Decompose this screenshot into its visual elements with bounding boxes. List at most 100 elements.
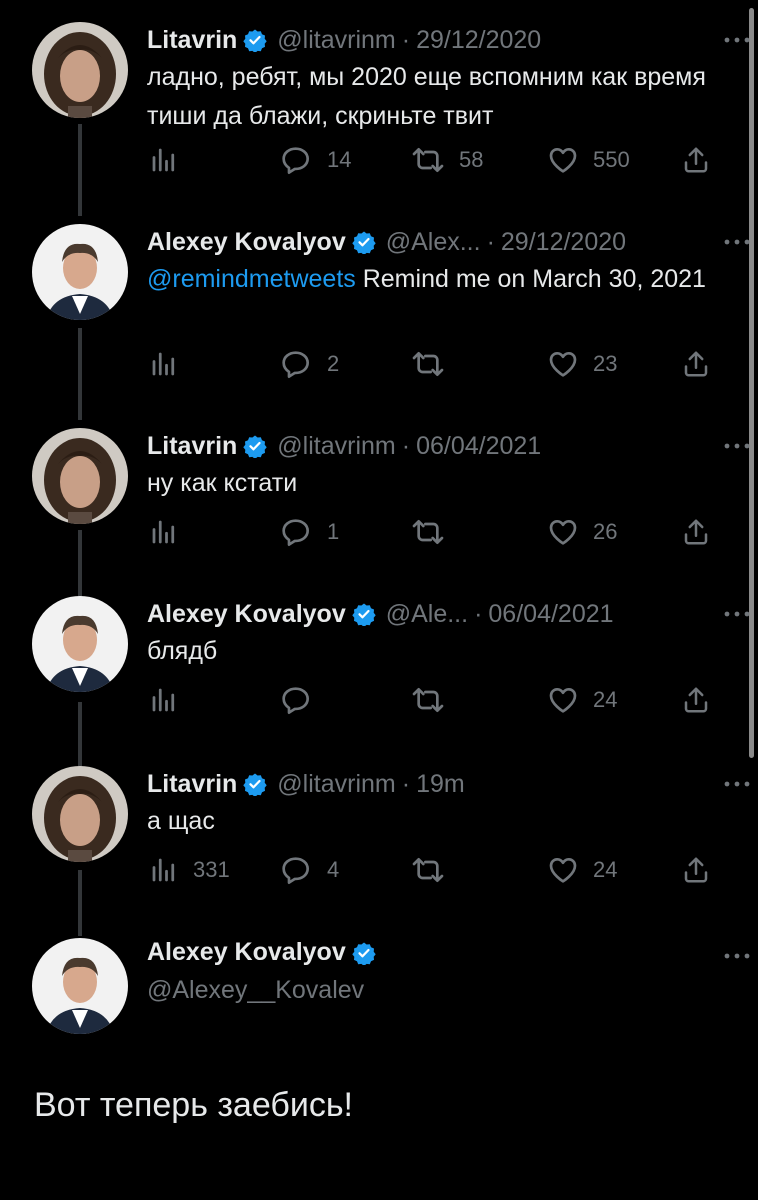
like-button[interactable]: 23 xyxy=(547,348,617,380)
verified-badge-icon xyxy=(352,602,376,626)
share-button[interactable] xyxy=(681,144,711,176)
verified-badge-icon xyxy=(243,28,267,52)
more-icon[interactable] xyxy=(722,428,752,464)
views-icon xyxy=(149,145,179,175)
verified-badge-icon xyxy=(352,941,376,965)
separator: · xyxy=(474,599,483,628)
tweet-text-body: Remind me on March 30, 2021 xyxy=(355,265,706,293)
more-icon[interactable] xyxy=(722,938,752,974)
share-button[interactable] xyxy=(681,684,711,716)
author-handle[interactable]: @Alexey__Kovalev xyxy=(147,976,364,1005)
tweet[interactable]: Alexey Kovalyov @Alex... · 29/12/2020 @r… xyxy=(0,224,758,394)
author-handle[interactable]: @Ale... xyxy=(386,600,468,629)
retweet-button[interactable] xyxy=(411,516,459,548)
tweet-date[interactable]: 19m xyxy=(416,770,465,799)
separator: · xyxy=(401,431,411,460)
avatar[interactable] xyxy=(32,428,128,524)
like-count: 23 xyxy=(593,351,618,376)
like-button[interactable]: 24 xyxy=(547,854,617,886)
more-icon[interactable] xyxy=(722,224,752,260)
separator: · xyxy=(401,25,411,54)
verified-badge-icon xyxy=(243,772,267,796)
author-handle[interactable]: @Alex... xyxy=(386,228,481,257)
avatar[interactable] xyxy=(32,938,128,1034)
author-name[interactable]: Litavrin xyxy=(147,26,237,55)
views-button[interactable] xyxy=(149,348,193,380)
author-handle[interactable]: @litavrinm xyxy=(277,432,395,461)
tweet-text: Вот теперь заебись! xyxy=(34,1086,353,1124)
reply-count: 2 xyxy=(327,351,340,376)
like-count: 26 xyxy=(593,519,618,544)
avatar[interactable] xyxy=(32,596,128,692)
avatar[interactable] xyxy=(32,766,128,862)
separator: · xyxy=(486,227,495,256)
author-name-text[interactable]: Alexey Kovalyov xyxy=(147,938,346,967)
like-button[interactable]: 26 xyxy=(547,516,617,548)
share-button[interactable] xyxy=(681,854,711,886)
tweet-date[interactable]: 29/12/2020 xyxy=(416,26,541,55)
tweet-date[interactable]: 06/04/2021 xyxy=(416,432,541,461)
retweet-button[interactable] xyxy=(411,684,459,716)
tweet-date[interactable]: 29/12/2020 xyxy=(501,228,626,257)
reply-button[interactable]: 4 xyxy=(281,854,339,886)
views-icon xyxy=(149,855,179,885)
more-icon[interactable] xyxy=(722,766,752,802)
like-icon xyxy=(547,516,579,548)
reply-button[interactable]: 1 xyxy=(281,516,339,548)
reply-icon xyxy=(281,516,313,548)
author-name[interactable]: Litavrin xyxy=(147,432,237,461)
share-button[interactable] xyxy=(681,516,711,548)
author-handle[interactable]: @litavrinm xyxy=(277,770,395,799)
views-button[interactable]: 331 xyxy=(149,854,230,886)
tweet-date[interactable]: 06/04/2021 xyxy=(488,600,613,629)
reply-count: 4 xyxy=(327,857,340,882)
reply-button[interactable] xyxy=(281,684,327,716)
author-name[interactable]: Litavrin xyxy=(147,770,237,799)
avatar[interactable] xyxy=(32,22,128,118)
views-icon xyxy=(149,685,179,715)
tweet-header: Litavrin @litavrinm · 29/12/2020 xyxy=(147,22,728,58)
reply-icon xyxy=(281,348,313,380)
reply-button[interactable]: 14 xyxy=(281,144,351,176)
tweet-text: @remindmetweets Remind me on March 30, 2… xyxy=(147,260,718,299)
reply-count: 1 xyxy=(327,519,340,544)
more-icon[interactable] xyxy=(722,22,752,58)
retweet-button[interactable] xyxy=(411,348,459,380)
tweet-text: блядб xyxy=(147,637,218,665)
tweet[interactable]: Litavrin @litavrinm · 06/04/2021 ну как … xyxy=(0,428,758,558)
like-count: 24 xyxy=(593,857,618,882)
author-name[interactable]: Alexey Kovalyov xyxy=(147,228,346,257)
like-button[interactable]: 24 xyxy=(547,684,617,716)
retweet-icon xyxy=(411,684,445,716)
like-icon xyxy=(547,684,579,716)
author-name[interactable]: Alexey Kovalyov xyxy=(147,938,376,967)
reply-icon xyxy=(281,854,313,886)
author-name[interactable]: Alexey Kovalyov xyxy=(147,600,346,629)
tweet[interactable]: Litavrin @litavrinm · 19m а щас 331 4 24 xyxy=(0,766,758,896)
like-button[interactable]: 550 xyxy=(547,144,630,176)
views-button[interactable] xyxy=(149,684,193,716)
author-handle[interactable]: @litavrinm xyxy=(277,26,395,55)
tweet[interactable]: Alexey Kovalyov @Ale... · 06/04/2021 бля… xyxy=(0,596,758,726)
like-count: 24 xyxy=(593,687,618,712)
tweet-actions: 331 4 24 xyxy=(147,854,718,886)
reply-button[interactable]: 2 xyxy=(281,348,339,380)
like-icon xyxy=(547,348,579,380)
share-button[interactable] xyxy=(681,348,711,380)
more-icon[interactable] xyxy=(722,596,752,632)
like-icon xyxy=(547,144,579,176)
reply-icon xyxy=(281,144,313,176)
views-button[interactable] xyxy=(149,516,193,548)
retweet-button[interactable] xyxy=(411,854,459,886)
views-button[interactable] xyxy=(149,144,193,176)
main-tweet[interactable]: Alexey Kovalyov @Alexey__Kovalev Вот теп… xyxy=(0,938,758,1138)
retweet-count: 58 xyxy=(459,147,484,172)
tweet[interactable]: Litavrin @litavrinm · 29/12/2020 ладно, … xyxy=(0,22,758,192)
avatar[interactable] xyxy=(32,224,128,320)
share-icon xyxy=(681,855,711,885)
views-count: 331 xyxy=(193,857,230,882)
mention-link[interactable]: @remindmetweets xyxy=(147,265,356,293)
retweet-button[interactable]: 58 xyxy=(411,144,483,176)
tweet-actions: 2 23 xyxy=(147,348,718,380)
tweet-actions: 14 58 550 xyxy=(147,144,718,176)
